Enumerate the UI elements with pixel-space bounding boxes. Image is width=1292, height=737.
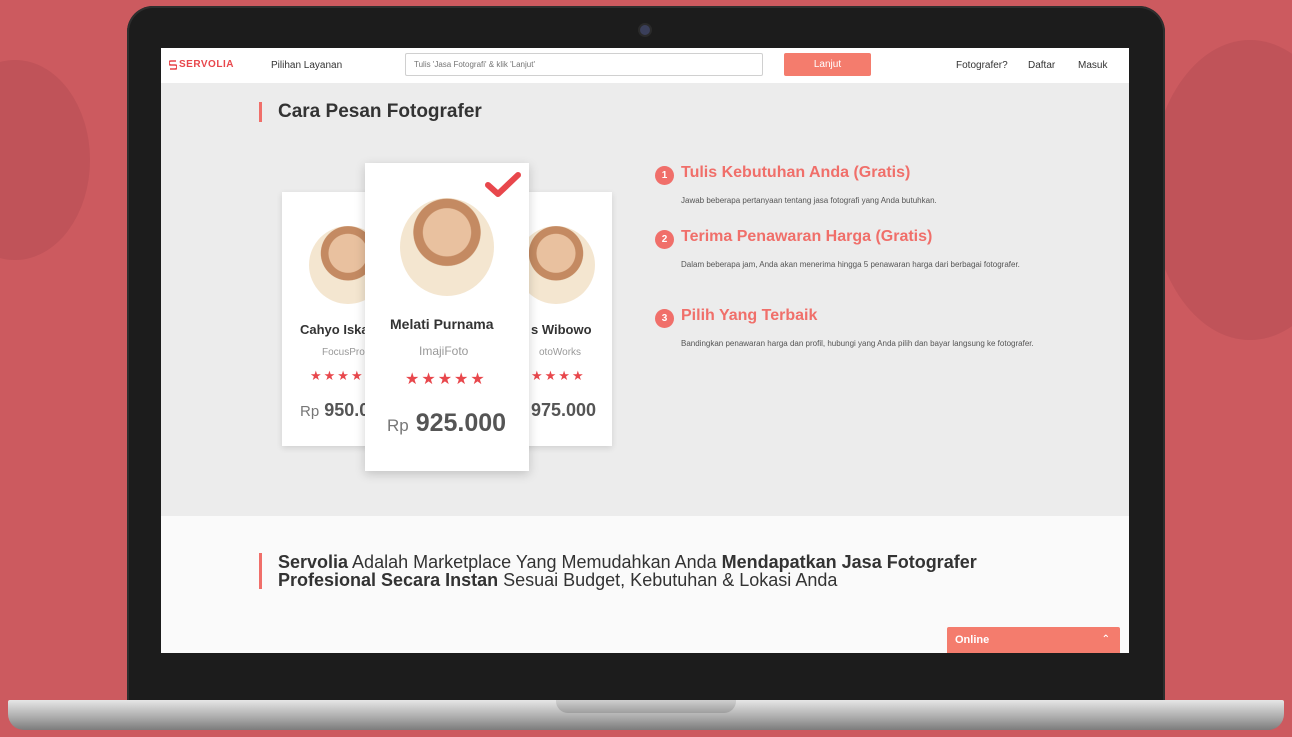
rating-stars: ★★★★ — [531, 368, 586, 383]
photographer-company: FocusPro — [322, 347, 365, 358]
tagline: Servolia Adalah Marketplace Yang Memudah… — [259, 553, 1038, 589]
photographer-name: Cahyo Iska — [300, 322, 369, 337]
step-title: Tulis Kebutuhan Anda (Gratis) — [681, 164, 911, 181]
price: Rp 925.000 — [387, 409, 506, 438]
photographer-card-selected[interactable]: Melati Purnama ImajiFoto ★★★★★ Rp 925.00… — [365, 163, 529, 471]
next-button[interactable]: Lanjut — [784, 53, 871, 76]
search-input[interactable] — [405, 53, 763, 76]
step-title: Terima Penawaran Harga (Gratis) — [681, 228, 933, 245]
avatar — [400, 198, 494, 296]
login-link[interactable]: Masuk — [1078, 60, 1107, 71]
step-number: 2 — [655, 230, 674, 249]
top-navigation-bar: SERVOLIA Pilihan Layanan Lanjut Fotograf… — [161, 48, 1129, 83]
step-title: Pilih Yang Terbaik — [681, 307, 818, 324]
step-description: Dalam beberapa jam, Anda akan menerima h… — [681, 260, 1020, 269]
servolia-logo[interactable]: SERVOLIA — [169, 59, 234, 70]
price: 975.000 — [531, 400, 596, 421]
services-menu[interactable]: Pilihan Layanan — [271, 60, 342, 71]
price-value: 950.0 — [324, 400, 370, 420]
chat-label: Online — [955, 634, 990, 646]
register-link[interactable]: Daftar — [1028, 60, 1055, 71]
step-description: Bandingkan penawaran harga dan profil, h… — [681, 339, 1034, 348]
laptop-notch — [556, 700, 736, 713]
price-value: 975.000 — [531, 400, 597, 420]
section-title: Cara Pesan Fotografer — [259, 102, 482, 122]
tagline-text-end: Sesuai Budget, Kebutuhan & Lokasi Anda — [498, 570, 838, 590]
step-number: 1 — [655, 166, 674, 185]
logo-icon — [169, 59, 177, 70]
photographer-company: otoWorks — [539, 347, 582, 358]
photographer-name: s Wibowo — [531, 322, 592, 337]
tagline-brand: Servolia — [278, 552, 349, 572]
rating-stars: ★★★★ — [310, 368, 365, 383]
background-shape — [1150, 40, 1292, 340]
online-chat-widget[interactable]: Online ⌃ — [947, 627, 1120, 653]
rating-stars: ★★★★★ — [405, 371, 487, 388]
photographer-company: ImajiFoto — [419, 344, 469, 358]
currency: Rp — [300, 403, 320, 420]
photographer-link[interactable]: Fotografer? — [956, 60, 1008, 71]
checkmark-icon — [485, 172, 521, 197]
price: Rp 950.0 — [300, 400, 369, 421]
currency: Rp — [387, 416, 409, 435]
website-screen: SERVOLIA Pilihan Layanan Lanjut Fotograf… — [161, 48, 1129, 653]
chevron-up-icon[interactable]: ⌃ — [1102, 627, 1110, 653]
price-value: 925.000 — [415, 409, 507, 437]
step-number: 3 — [655, 309, 674, 328]
logo-text: SERVOLIA — [179, 59, 234, 70]
tagline-text: Adalah Marketplace Yang Memudahkan Anda — [348, 552, 722, 572]
background-shape — [0, 60, 90, 260]
photographer-name: Melati Purnama — [390, 316, 494, 332]
camera-icon — [640, 25, 650, 35]
step-description: Jawab beberapa pertanyaan tentang jasa f… — [681, 196, 937, 205]
